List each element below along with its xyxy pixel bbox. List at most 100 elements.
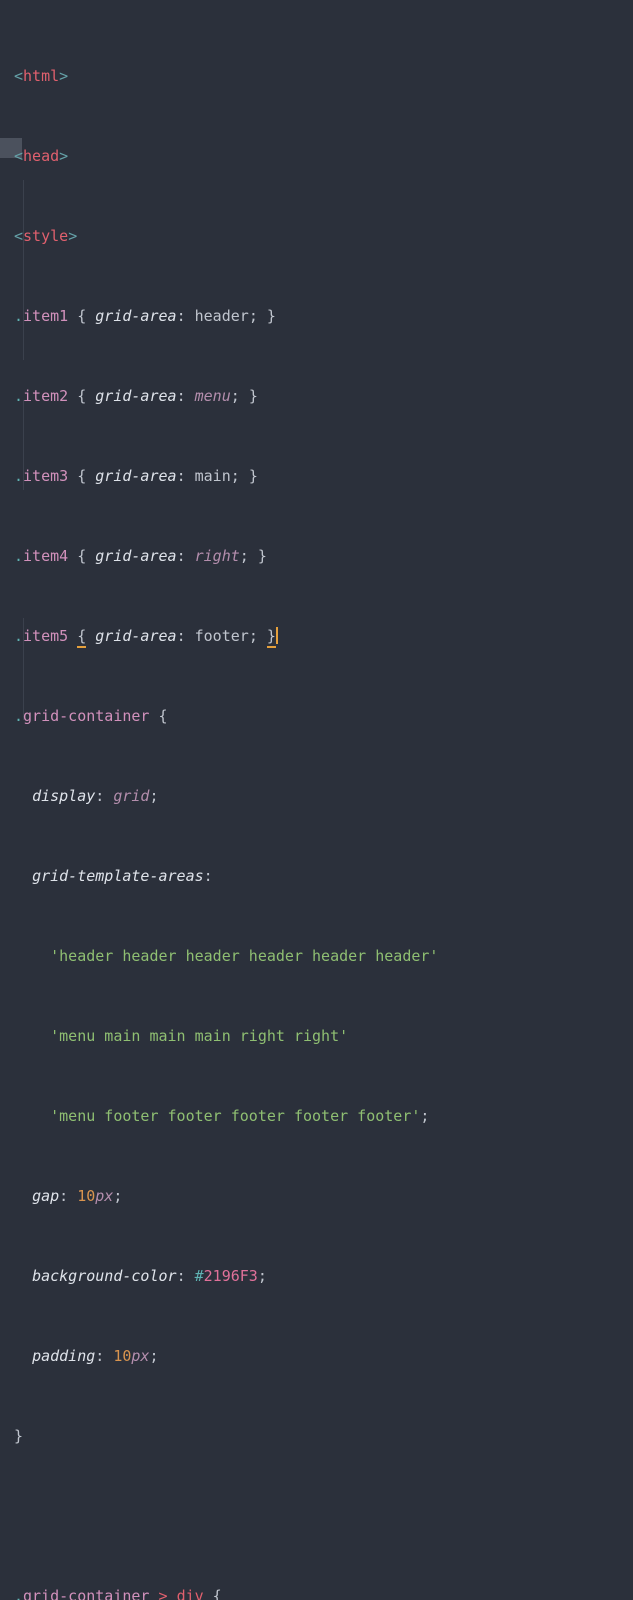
css-property: padding [32,1347,96,1365]
code-line-blank-1 [0,1506,633,1526]
matching-brace-close: } [266,627,276,648]
selector-name: item3 [23,467,69,485]
semicolon: ; [230,387,249,405]
code-line-17[interactable]: padding: 10px; [0,1346,633,1366]
semicolon: ; [113,1187,123,1205]
colon: : [176,387,195,405]
selector-dot: . [14,387,24,405]
brace: { [203,1587,222,1600]
code-line-8[interactable]: .item5 { grid-area: footer; } [0,626,633,648]
code-line-10[interactable]: display: grid; [0,786,633,806]
brace [86,627,95,645]
tag-name: head [23,147,60,165]
brace: } [266,307,276,325]
brace: { [68,387,96,405]
colon: : [176,1267,195,1285]
code-line-9[interactable]: .grid-container { [0,706,633,726]
brace [68,627,77,645]
semicolon: ; [239,547,258,565]
code-content[interactable]: <html> <head> <style> .item1 { grid-area… [0,6,633,1600]
colon: : [176,467,195,485]
colon: : [95,787,114,805]
selector-dot: . [14,467,24,485]
code-line-15[interactable]: gap: 10px; [0,1186,633,1206]
css-property: grid-area [95,387,177,405]
code-line-3[interactable]: <style> [0,226,633,246]
semicolon: ; [257,1267,267,1285]
css-property: grid-area [95,627,177,645]
css-property: gap [32,1187,60,1205]
css-value: grid [113,787,150,805]
hex-hash: # [194,1267,204,1285]
selector-dot: . [14,627,24,645]
semicolon: ; [248,627,267,645]
colon: : [59,1187,78,1205]
grid-area-row-1: 'header header header header header head… [50,947,439,965]
colon: : [176,547,195,565]
css-property: grid-area [95,307,177,325]
tag-name: html [23,67,60,85]
element-selector: div [176,1587,204,1600]
brace: { [68,467,96,485]
brace: { [149,707,168,725]
brace: } [257,547,267,565]
colon: : [176,627,195,645]
code-line-6[interactable]: .item3 { grid-area: main; } [0,466,633,486]
semicolon: ; [149,787,159,805]
brace: } [248,387,258,405]
code-editor[interactable]: <html> <head> <style> .item1 { grid-area… [0,0,633,1600]
code-line-13[interactable]: 'menu main main main right right' [0,1026,633,1046]
brace: } [14,1427,24,1445]
colon: : [176,307,195,325]
selector-name: grid-container [23,707,150,725]
brace: } [248,467,258,485]
colon: : [95,1347,114,1365]
angle-bracket-open: < [14,227,24,245]
selector-dot: . [14,547,24,565]
angle-bracket-close: > [59,67,69,85]
code-line-11[interactable]: grid-template-areas: [0,866,633,886]
css-number: 10 [77,1187,96,1205]
css-unit: px [131,1347,150,1365]
css-number: 10 [113,1347,132,1365]
semicolon: ; [420,1107,430,1125]
child-combinator: > [158,1587,168,1600]
angle-bracket-close: > [68,227,78,245]
hex-digits: 2196F3 [203,1267,258,1285]
selector-name: grid-container [23,1587,150,1600]
colon: : [203,867,213,885]
brace: { [68,547,96,565]
code-line-14[interactable]: 'menu footer footer footer footer footer… [0,1106,633,1126]
grid-area-row-2: 'menu main main main right right' [50,1027,349,1045]
code-line-4[interactable]: .item1 { grid-area: header; } [0,306,633,326]
selector-dot: . [14,1587,24,1600]
code-line-1[interactable]: <html> [0,66,633,86]
code-line-2[interactable]: <head> [0,146,633,166]
text-cursor [275,627,278,644]
selector-name: item5 [23,627,69,645]
selector-name: item4 [23,547,69,565]
css-property: grid-area [95,467,177,485]
semicolon: ; [149,1347,159,1365]
css-value: header [194,307,249,325]
code-line-7[interactable]: .item4 { grid-area: right; } [0,546,633,566]
css-property: display [32,787,96,805]
brace: { [68,307,96,325]
selector-name: item1 [23,307,69,325]
code-line-12[interactable]: 'header header header header header head… [0,946,633,966]
code-line-19[interactable]: .grid-container > div { [0,1586,633,1600]
css-value: right [194,547,240,565]
code-line-16[interactable]: background-color: #2196F3; [0,1266,633,1286]
tag-name: style [23,227,69,245]
angle-bracket-open: < [14,147,24,165]
css-unit: px [95,1187,114,1205]
code-line-5[interactable]: .item2 { grid-area: menu; } [0,386,633,406]
css-value: main [194,467,231,485]
code-line-18[interactable]: } [0,1426,633,1446]
semicolon: ; [248,307,267,325]
selector-name: item2 [23,387,69,405]
semicolon: ; [230,467,249,485]
css-property: background-color [32,1267,177,1285]
